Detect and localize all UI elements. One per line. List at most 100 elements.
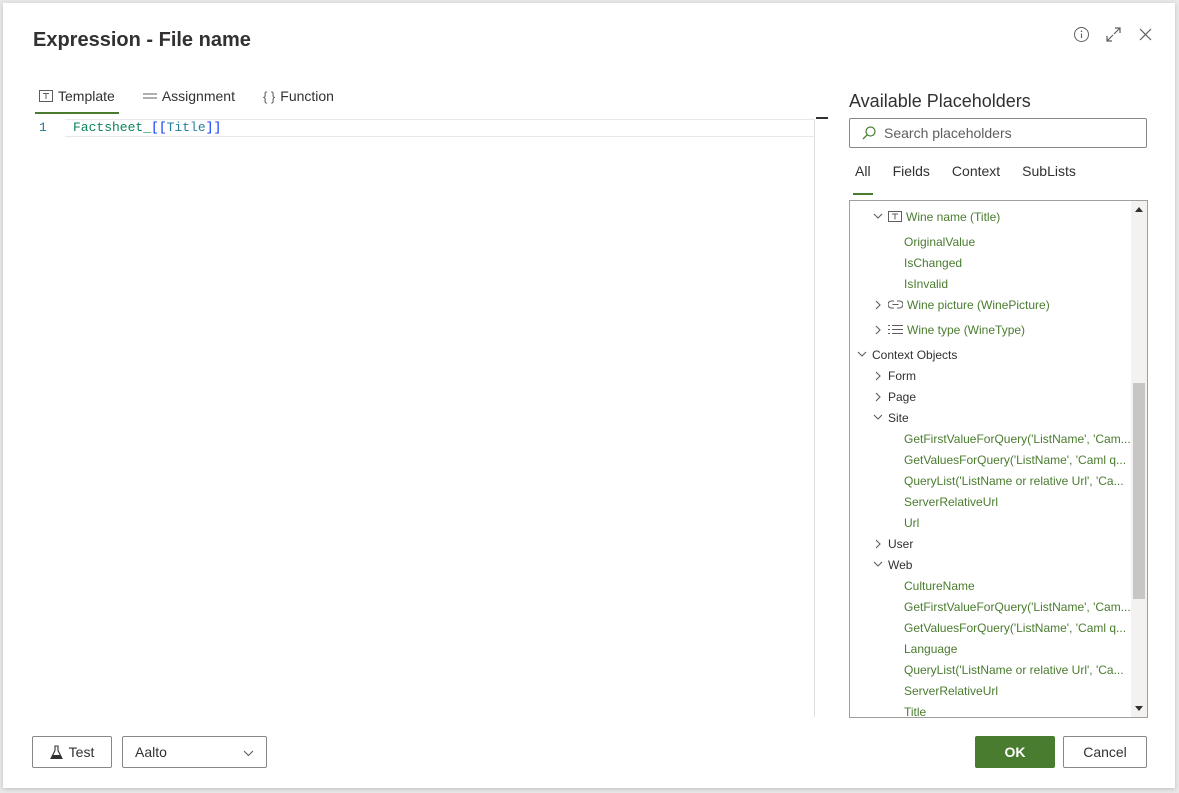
code-line[interactable]: Factsheet_[[Title]] bbox=[73, 120, 221, 135]
tree-item-label: ServerRelativeUrl bbox=[904, 683, 999, 698]
tree-item-label: Language bbox=[904, 641, 958, 656]
search-input[interactable] bbox=[884, 125, 1124, 141]
scroll-down-arrow-icon[interactable] bbox=[1131, 701, 1147, 717]
tab-assignment-label: Assignment bbox=[161, 88, 235, 104]
tree-item[interactable]: Wine picture (WinePicture) bbox=[872, 294, 1050, 315]
tree-item-label: IsInvalid bbox=[904, 276, 949, 291]
placeholder-tree: Wine name (Title) OriginalValue IsChanged I… bbox=[849, 200, 1148, 718]
info-icon[interactable] bbox=[1071, 23, 1091, 45]
tree-item-label: GetFirstValueForQuery('ListName', 'Cam..… bbox=[904, 431, 1131, 446]
tree-item-label: GetValuesForQuery('ListName', 'Caml q... bbox=[904, 452, 1127, 467]
tree-scrollbar[interactable] bbox=[1131, 201, 1147, 717]
tab-function-label: Function bbox=[280, 88, 334, 104]
tree-item[interactable]: Form bbox=[872, 365, 916, 386]
expand-icon[interactable] bbox=[1103, 23, 1123, 45]
code-close-bracket: ]] bbox=[205, 120, 222, 135]
tree-item[interactable]: CultureName bbox=[904, 575, 975, 596]
test-item-select[interactable]: Aalto bbox=[122, 736, 267, 768]
chevron-down-icon[interactable] bbox=[856, 349, 868, 361]
code-open-bracket: [[ bbox=[151, 120, 167, 135]
tree-item[interactable]: Site bbox=[872, 407, 909, 428]
text-field-icon bbox=[888, 211, 902, 222]
tree-item[interactable]: QueryList('ListName or relative Url', 'C… bbox=[904, 659, 1124, 680]
editor-divider bbox=[814, 119, 815, 717]
select-value: Aalto bbox=[135, 744, 167, 760]
tab-template[interactable]: Template bbox=[35, 81, 119, 114]
cancel-button[interactable]: Cancel bbox=[1063, 736, 1147, 768]
list-icon bbox=[888, 324, 903, 335]
search-icon bbox=[862, 126, 876, 140]
tree-item[interactable]: Page bbox=[872, 386, 916, 407]
close-icon[interactable] bbox=[1135, 23, 1155, 45]
tab-function[interactable]: { } Function bbox=[263, 81, 334, 111]
chevron-right-icon[interactable] bbox=[872, 538, 884, 550]
tree-item-label: User bbox=[888, 536, 914, 551]
tree-item-label: Wine picture (WinePicture) bbox=[907, 297, 1050, 312]
flask-icon bbox=[49, 744, 63, 760]
tree-item-label: QueryList('ListName or relative Url', 'C… bbox=[904, 473, 1124, 488]
tree-item-label: QueryList('ListName or relative Url', 'C… bbox=[904, 662, 1124, 677]
tree-item[interactable]: User bbox=[872, 533, 913, 554]
tree-item[interactable]: Wine type (WineType) bbox=[872, 319, 1025, 340]
chevron-right-icon[interactable] bbox=[872, 391, 884, 403]
tree-item[interactable]: ServerRelativeUrl bbox=[904, 491, 998, 512]
tree-item-label: Site bbox=[888, 410, 909, 425]
tab-template-label: Template bbox=[58, 88, 115, 104]
tree-item-label: GetFirstValueForQuery('ListName', 'Cam..… bbox=[904, 599, 1131, 614]
tree-item[interactable]: QueryList('ListName or relative Url', 'C… bbox=[904, 470, 1124, 491]
tab-all[interactable]: All bbox=[853, 163, 873, 195]
expression-dialog: Expression - File name Template Assignme… bbox=[3, 3, 1175, 788]
chevron-right-icon[interactable] bbox=[872, 324, 884, 336]
tree-item-label: Url bbox=[904, 515, 920, 530]
tree-item-label: Context Objects bbox=[872, 347, 958, 362]
editor-tabs: Template Assignment { } Function bbox=[35, 81, 362, 114]
scrollbar-thumb[interactable] bbox=[1133, 383, 1145, 600]
tree-item[interactable]: Language bbox=[904, 638, 957, 659]
code-field: Title bbox=[166, 120, 206, 135]
dialog-title: Expression - File name bbox=[33, 29, 251, 51]
tree-item[interactable]: IsInvalid bbox=[904, 273, 948, 294]
test-button[interactable]: Test bbox=[32, 736, 112, 768]
line-number: 1 bbox=[39, 120, 47, 135]
tree-item[interactable]: GetValuesForQuery('ListName', 'Caml q... bbox=[904, 617, 1126, 638]
chevron-right-icon[interactable] bbox=[872, 299, 884, 311]
tree-item[interactable]: Web bbox=[872, 554, 912, 575]
overview-ruler-marker bbox=[816, 117, 828, 119]
tree-item[interactable]: ServerRelativeUrl bbox=[904, 680, 998, 701]
tab-fields[interactable]: Fields bbox=[893, 163, 930, 189]
code-prefix: Factsheet_ bbox=[73, 120, 152, 135]
code-editor[interactable]: 1 Factsheet_[[Title]] bbox=[33, 117, 814, 715]
tree-item-label: Form bbox=[888, 368, 916, 383]
chevron-right-icon[interactable] bbox=[872, 370, 884, 382]
tree-item[interactable]: Context Objects bbox=[856, 344, 957, 365]
tree-item[interactable]: Title bbox=[904, 701, 926, 718]
tree-item[interactable]: GetFirstValueForQuery('ListName', 'Cam..… bbox=[904, 596, 1131, 617]
chevron-down-icon[interactable] bbox=[872, 211, 884, 223]
tree-item-label: ServerRelativeUrl bbox=[904, 494, 999, 509]
tree-item[interactable]: Wine name (Title) bbox=[872, 206, 1000, 227]
header-actions bbox=[1071, 23, 1155, 45]
tree-item-label: OriginalValue bbox=[904, 234, 976, 249]
chevron-down-icon[interactable] bbox=[872, 412, 884, 424]
assignment-icon bbox=[142, 91, 157, 101]
tab-context[interactable]: Context bbox=[952, 163, 1000, 189]
ok-button[interactable]: OK bbox=[975, 736, 1055, 768]
placeholder-tabs: All Fields Context SubLists bbox=[853, 163, 1098, 195]
tree-item[interactable]: GetValuesForQuery('ListName', 'Caml q... bbox=[904, 449, 1126, 470]
search-box[interactable] bbox=[849, 118, 1147, 148]
tree-item-label: IsChanged bbox=[904, 255, 963, 270]
chevron-down-icon[interactable] bbox=[872, 559, 884, 571]
link-icon bbox=[888, 300, 903, 309]
tree-item-label: CultureName bbox=[904, 578, 975, 593]
tree-item[interactable]: Url bbox=[904, 512, 919, 533]
tree-item[interactable]: OriginalValue bbox=[904, 231, 975, 252]
function-icon: { } bbox=[262, 88, 276, 104]
tree-item-label: GetValuesForQuery('ListName', 'Caml q... bbox=[904, 620, 1127, 635]
tree-item[interactable]: IsChanged bbox=[904, 252, 962, 273]
scroll-up-arrow-icon[interactable] bbox=[1131, 201, 1147, 217]
tree-item[interactable]: GetFirstValueForQuery('ListName', 'Cam..… bbox=[904, 428, 1131, 449]
chevron-down-icon bbox=[243, 744, 254, 760]
tab-assignment[interactable]: Assignment bbox=[142, 81, 235, 111]
tab-sublists[interactable]: SubLists bbox=[1022, 163, 1076, 189]
tree-item-label: Wine type (WineType) bbox=[907, 322, 1026, 337]
